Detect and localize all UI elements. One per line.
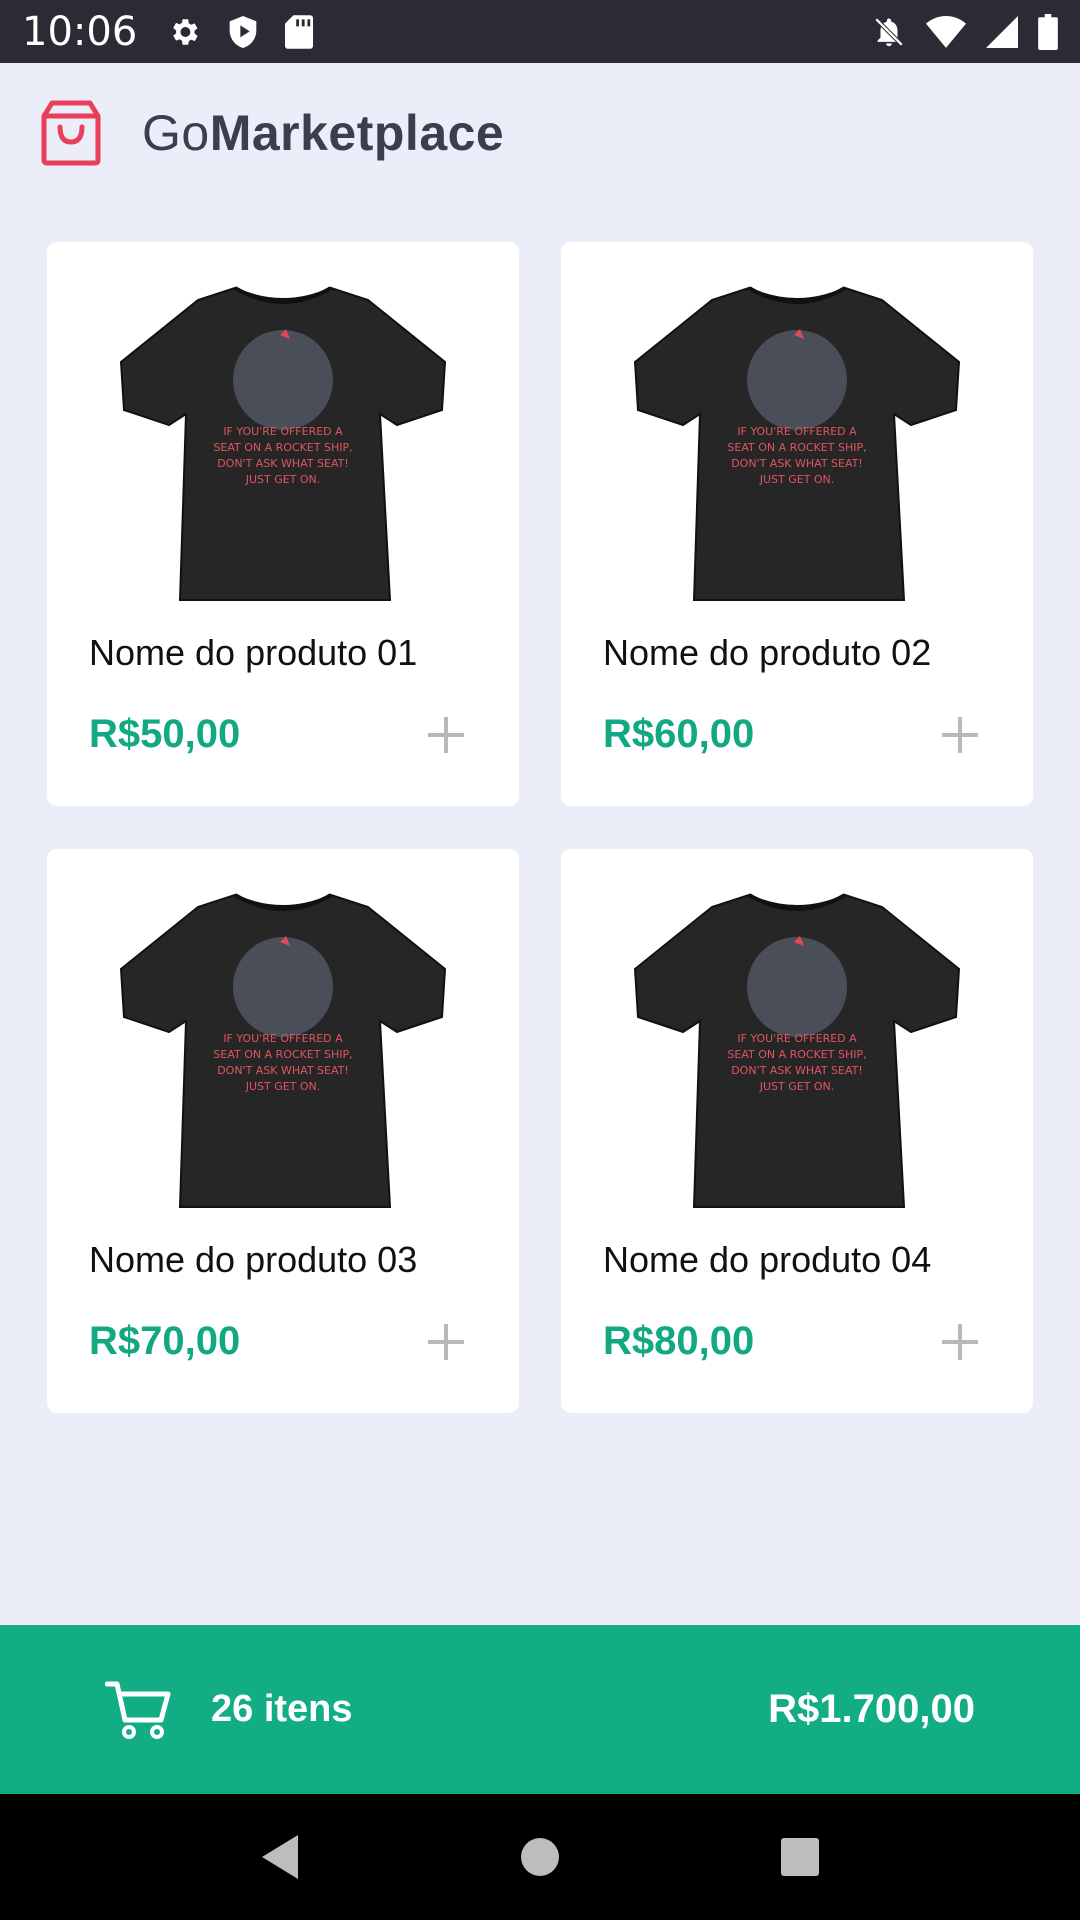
wifi-icon bbox=[926, 15, 966, 48]
svg-text:JUST GET ON.: JUST GET ON. bbox=[759, 473, 835, 486]
product-card: IF YOU'RE OFFERED A SEAT ON A ROCKET SHI… bbox=[47, 849, 519, 1413]
gear-icon bbox=[167, 15, 201, 49]
cart-item-count: 26 itens bbox=[211, 1688, 353, 1730]
svg-text:SEAT ON A ROCKET SHIP,: SEAT ON A ROCKET SHIP, bbox=[727, 441, 866, 454]
svg-text:DON'T ASK WHAT SEAT!: DON'T ASK WHAT SEAT! bbox=[217, 457, 349, 470]
svg-text:SEAT ON A ROCKET SHIP,: SEAT ON A ROCKET SHIP, bbox=[213, 441, 352, 454]
shopping-bag-icon bbox=[40, 100, 102, 166]
plus-icon bbox=[428, 1324, 464, 1360]
recents-icon bbox=[781, 1838, 819, 1876]
status-right-icons bbox=[872, 13, 1058, 50]
product-price: R$50,00 bbox=[89, 712, 241, 756]
back-icon bbox=[262, 1835, 298, 1879]
plus-icon bbox=[942, 1324, 978, 1360]
battery-icon bbox=[1038, 13, 1058, 50]
product-card: IF YOU'RE OFFERED A SEAT ON A ROCKET SHI… bbox=[561, 849, 1033, 1413]
product-price: R$70,00 bbox=[89, 1319, 241, 1363]
status-bar: 10:06 bbox=[0, 0, 1080, 63]
sd-card-icon bbox=[285, 14, 314, 49]
cart-icon bbox=[104, 1680, 171, 1740]
brand-title-bold: Marketplace bbox=[209, 105, 505, 161]
tshirt-image: IF YOU'RE OFFERED A SEAT ON A ROCKET SHI… bbox=[633, 893, 961, 1208]
app-screen: 10:06 GoMarketplace IF YOU'RE OFFERED A … bbox=[0, 0, 1080, 1920]
svg-text:DON'T ASK WHAT SEAT!: DON'T ASK WHAT SEAT! bbox=[731, 457, 863, 470]
product-title: Nome do produto 04 bbox=[603, 1239, 932, 1280]
back-button[interactable] bbox=[250, 1827, 310, 1887]
svg-text:SEAT ON A ROCKET SHIP,: SEAT ON A ROCKET SHIP, bbox=[727, 1048, 866, 1061]
home-icon bbox=[521, 1838, 559, 1876]
add-to-cart-button[interactable] bbox=[423, 1319, 469, 1365]
svg-text:IF YOU'RE OFFERED A: IF YOU'RE OFFERED A bbox=[223, 425, 343, 438]
brand-title: GoMarketplace bbox=[142, 104, 504, 162]
tshirt-image: IF YOU'RE OFFERED A SEAT ON A ROCKET SHI… bbox=[119, 286, 447, 601]
plus-icon bbox=[428, 717, 464, 753]
product-grid: IF YOU'RE OFFERED A SEAT ON A ROCKET SHI… bbox=[47, 242, 1033, 1413]
brand: GoMarketplace bbox=[40, 100, 504, 166]
svg-text:IF YOU'RE OFFERED A: IF YOU'RE OFFERED A bbox=[737, 1032, 857, 1045]
add-to-cart-button[interactable] bbox=[937, 712, 983, 758]
brand-title-light: Go bbox=[142, 105, 210, 161]
bell-off-icon bbox=[872, 15, 906, 49]
svg-text:JUST GET ON.: JUST GET ON. bbox=[245, 1080, 321, 1093]
svg-text:JUST GET ON.: JUST GET ON. bbox=[245, 473, 321, 486]
status-time: 10:06 bbox=[22, 8, 138, 55]
cart-total: R$1.700,00 bbox=[768, 1687, 975, 1731]
header: GoMarketplace bbox=[0, 63, 1080, 203]
product-price: R$60,00 bbox=[603, 712, 755, 756]
svg-text:IF YOU'RE OFFERED A: IF YOU'RE OFFERED A bbox=[223, 1032, 343, 1045]
product-image: IF YOU'RE OFFERED A SEAT ON A ROCKET SHI… bbox=[119, 280, 447, 606]
cart-bar[interactable]: 26 itens R$1.700,00 bbox=[0, 1625, 1080, 1794]
product-image: IF YOU'RE OFFERED A SEAT ON A ROCKET SHI… bbox=[633, 887, 961, 1213]
product-title: Nome do produto 03 bbox=[89, 1239, 418, 1280]
shield-icon bbox=[227, 14, 259, 50]
tshirt-image: IF YOU'RE OFFERED A SEAT ON A ROCKET SHI… bbox=[633, 286, 961, 601]
svg-text:DON'T ASK WHAT SEAT!: DON'T ASK WHAT SEAT! bbox=[217, 1064, 349, 1077]
cart-summary: 26 itens bbox=[104, 1680, 353, 1740]
recents-button[interactable] bbox=[770, 1827, 830, 1887]
signal-icon bbox=[986, 15, 1018, 48]
add-to-cart-button[interactable] bbox=[423, 712, 469, 758]
product-image: IF YOU'RE OFFERED A SEAT ON A ROCKET SHI… bbox=[633, 280, 961, 606]
product-title: Nome do produto 02 bbox=[603, 632, 932, 673]
product-title: Nome do produto 01 bbox=[89, 632, 418, 673]
svg-text:IF YOU'RE OFFERED A: IF YOU'RE OFFERED A bbox=[737, 425, 857, 438]
add-to-cart-button[interactable] bbox=[937, 1319, 983, 1365]
product-card: IF YOU'RE OFFERED A SEAT ON A ROCKET SHI… bbox=[47, 242, 519, 806]
status-left-icons bbox=[167, 14, 314, 50]
product-card: IF YOU'RE OFFERED A SEAT ON A ROCKET SHI… bbox=[561, 242, 1033, 806]
home-button[interactable] bbox=[510, 1827, 570, 1887]
system-nav-bar bbox=[0, 1794, 1080, 1920]
plus-icon bbox=[942, 717, 978, 753]
tshirt-image: IF YOU'RE OFFERED A SEAT ON A ROCKET SHI… bbox=[119, 893, 447, 1208]
svg-text:DON'T ASK WHAT SEAT!: DON'T ASK WHAT SEAT! bbox=[731, 1064, 863, 1077]
product-price: R$80,00 bbox=[603, 1319, 755, 1363]
svg-text:JUST GET ON.: JUST GET ON. bbox=[759, 1080, 835, 1093]
svg-text:SEAT ON A ROCKET SHIP,: SEAT ON A ROCKET SHIP, bbox=[213, 1048, 352, 1061]
product-image: IF YOU'RE OFFERED A SEAT ON A ROCKET SHI… bbox=[119, 887, 447, 1213]
